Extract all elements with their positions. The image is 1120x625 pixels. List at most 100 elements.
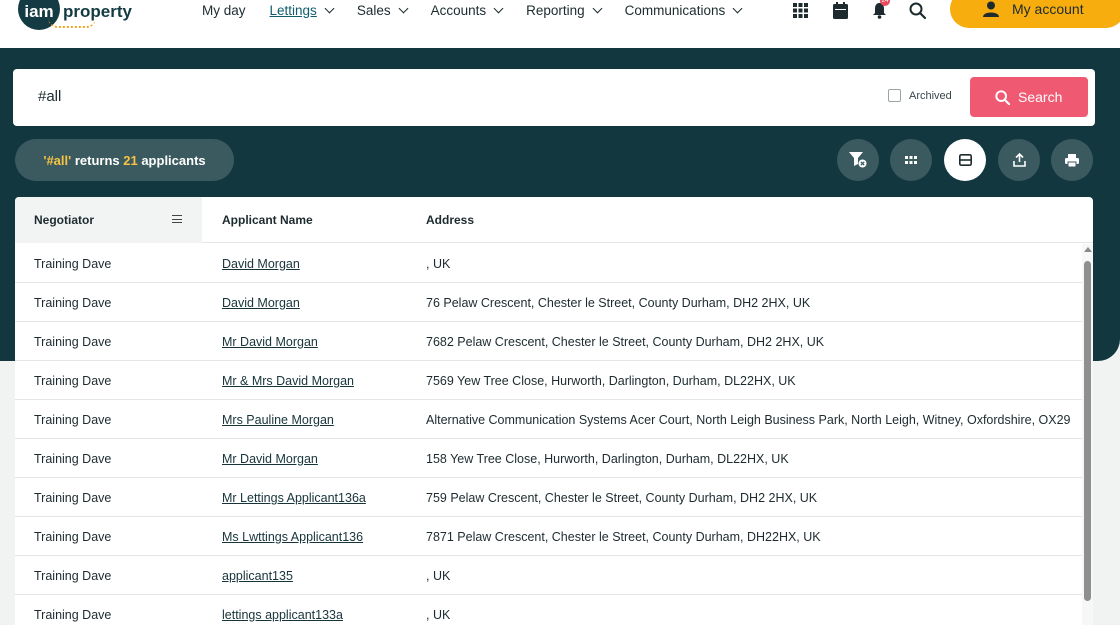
- search-input[interactable]: #all: [38, 88, 61, 105]
- address-cell: Alternative Communication Systems Acer C…: [426, 413, 1071, 427]
- negotiator-cell: Training Dave: [34, 413, 112, 427]
- chevron-down-icon: [493, 3, 504, 13]
- nav-label: Lettings: [269, 2, 317, 18]
- negotiator-cell: Training Dave: [34, 257, 112, 271]
- table-row[interactable]: Training Dave David Morgan 76 Pelaw Cres…: [15, 283, 1083, 322]
- grid-view-button[interactable]: [890, 139, 932, 181]
- nav-item-my-day[interactable]: My day: [202, 3, 246, 18]
- my-account-label: My account: [1012, 1, 1084, 17]
- notifications-bell-icon[interactable]: 24: [868, 0, 890, 20]
- negotiator-cell: Training Dave: [34, 569, 112, 583]
- nav-label: Accounts: [430, 2, 487, 18]
- results-summary: '#all' returns 21 applicants: [15, 139, 234, 181]
- search-button-label: Search: [1018, 89, 1063, 105]
- archived-toggle[interactable]: Archived: [888, 89, 952, 102]
- list-view-icon: [958, 154, 972, 166]
- applicant-name-link[interactable]: Mr Lettings Applicant136a: [222, 491, 366, 505]
- nav-label: Sales: [356, 2, 391, 18]
- address-cell: , UK: [426, 257, 451, 271]
- nav-item-accounts[interactable]: Accounts: [430, 2, 504, 18]
- applicant-name-link[interactable]: Mrs Pauline Morgan: [222, 413, 334, 427]
- table-row[interactable]: Training Dave David Morgan , UK: [15, 244, 1083, 283]
- address-cell: 158 Yew Tree Close, Hurworth, Darlington…: [426, 452, 789, 466]
- address-cell: 7682 Pelaw Crescent, Chester le Street, …: [426, 335, 825, 349]
- search-panel: #all Archived Search: [13, 69, 1095, 126]
- main-nav: My day Lettings Sales Accounts Reporting…: [202, 0, 765, 20]
- grid-view-icon: [905, 156, 917, 164]
- table-row[interactable]: Training Dave Mr Lettings Applicant136a …: [15, 478, 1083, 517]
- nav-item-communications[interactable]: Communications: [624, 2, 743, 18]
- iam-property-logo[interactable]: iam property: [18, 0, 132, 30]
- print-icon: [1065, 153, 1079, 167]
- address-cell: , UK: [426, 608, 451, 622]
- applicant-name-link[interactable]: Mr David Morgan: [222, 452, 318, 466]
- table-row[interactable]: Training Dave Mr David Morgan 7682 Pelaw…: [15, 322, 1083, 361]
- table-body: Training Dave David Morgan , UK Training…: [15, 244, 1083, 625]
- nav-item-reporting[interactable]: Reporting: [526, 2, 603, 18]
- column-menu-icon[interactable]: [172, 215, 182, 223]
- negotiator-cell: Training Dave: [34, 530, 112, 544]
- logo-dotted-arc: [48, 18, 96, 28]
- scrollbar-thumb[interactable]: [1084, 261, 1091, 601]
- chevron-down-icon: [398, 3, 409, 13]
- address-cell: 7871 Pelaw Crescent, Chester le Street, …: [426, 530, 821, 544]
- chevron-down-icon: [732, 3, 743, 13]
- notification-badge: 24: [880, 0, 890, 6]
- nav-item-sales[interactable]: Sales: [356, 2, 409, 18]
- search-icon: [995, 89, 1010, 105]
- applicant-name-link[interactable]: applicant135: [222, 569, 293, 583]
- results-returns-text: returns: [71, 152, 124, 168]
- table-row[interactable]: Training Dave Mrs Pauline Morgan Alterna…: [15, 400, 1083, 439]
- results-count: 21: [123, 152, 138, 168]
- results-query: '#all': [43, 152, 72, 168]
- top-navigation-bar: iam property My day Lettings Sales Accou…: [0, 0, 1120, 48]
- applicant-name-link[interactable]: Mr David Morgan: [222, 335, 318, 349]
- search-icon[interactable]: [906, 0, 928, 20]
- address-cell: 76 Pelaw Crescent, Chester le Street, Co…: [426, 296, 811, 310]
- nav-item-lettings[interactable]: Lettings: [269, 2, 335, 18]
- table-row[interactable]: Training Dave Mr & Mrs David Morgan 7569…: [15, 361, 1083, 400]
- negotiator-cell: Training Dave: [34, 491, 112, 505]
- table-row[interactable]: Training Dave applicant135 , UK: [15, 556, 1083, 595]
- column-header-negotiator[interactable]: Negotiator: [34, 213, 94, 227]
- scroll-up-arrow-icon[interactable]: [1084, 247, 1092, 252]
- applicant-name-link[interactable]: David Morgan: [222, 257, 300, 271]
- clear-filter-button[interactable]: [837, 139, 879, 181]
- applicant-name-link[interactable]: David Morgan: [222, 296, 300, 310]
- applicants-table: Negotiator Applicant Name Address Traini…: [15, 197, 1093, 625]
- my-account-button[interactable]: My account: [950, 0, 1120, 28]
- print-button[interactable]: [1051, 139, 1093, 181]
- negotiator-cell: Training Dave: [34, 374, 112, 388]
- archived-label: Archived: [909, 89, 952, 102]
- search-button[interactable]: Search: [970, 77, 1088, 117]
- table-row[interactable]: Training Dave Mr David Morgan 158 Yew Tr…: [15, 439, 1083, 478]
- calendar-icon[interactable]: [829, 0, 851, 20]
- chevron-down-icon: [324, 3, 335, 13]
- chevron-down-icon: [592, 3, 603, 13]
- column-header-address[interactable]: Address: [426, 213, 474, 227]
- applicant-name-link[interactable]: Mr & Mrs David Morgan: [222, 374, 354, 388]
- applicant-name-link[interactable]: lettings applicant133a: [222, 608, 343, 622]
- nav-label: Communications: [624, 2, 726, 18]
- address-cell: 7569 Yew Tree Close, Hurworth, Darlingto…: [426, 374, 796, 388]
- results-noun: applicants: [137, 152, 206, 168]
- negotiator-cell: Training Dave: [34, 452, 112, 466]
- list-view-button[interactable]: [944, 139, 986, 181]
- export-upload-icon: [1012, 153, 1026, 167]
- vertical-scrollbar[interactable]: [1082, 244, 1093, 625]
- nav-label: My day: [202, 2, 246, 18]
- address-cell: 759 Pelaw Crescent, Chester le Street, C…: [426, 491, 818, 505]
- negotiator-cell: Training Dave: [34, 335, 112, 349]
- address-cell: , UK: [426, 569, 451, 583]
- table-row[interactable]: Training Dave lettings applicant133a , U…: [15, 595, 1083, 625]
- nav-label: Reporting: [526, 2, 585, 18]
- column-header-applicant-name[interactable]: Applicant Name: [222, 213, 313, 227]
- export-button[interactable]: [998, 139, 1040, 181]
- archived-checkbox[interactable]: [888, 89, 901, 102]
- table-row[interactable]: Training Dave Ms Lwttings Applicant136 7…: [15, 517, 1083, 556]
- user-icon: [983, 1, 999, 17]
- negotiator-cell: Training Dave: [34, 296, 112, 310]
- apps-grid-icon[interactable]: [789, 0, 811, 20]
- applicant-name-link[interactable]: Ms Lwttings Applicant136: [222, 530, 363, 544]
- filter-clear-icon: [849, 152, 867, 168]
